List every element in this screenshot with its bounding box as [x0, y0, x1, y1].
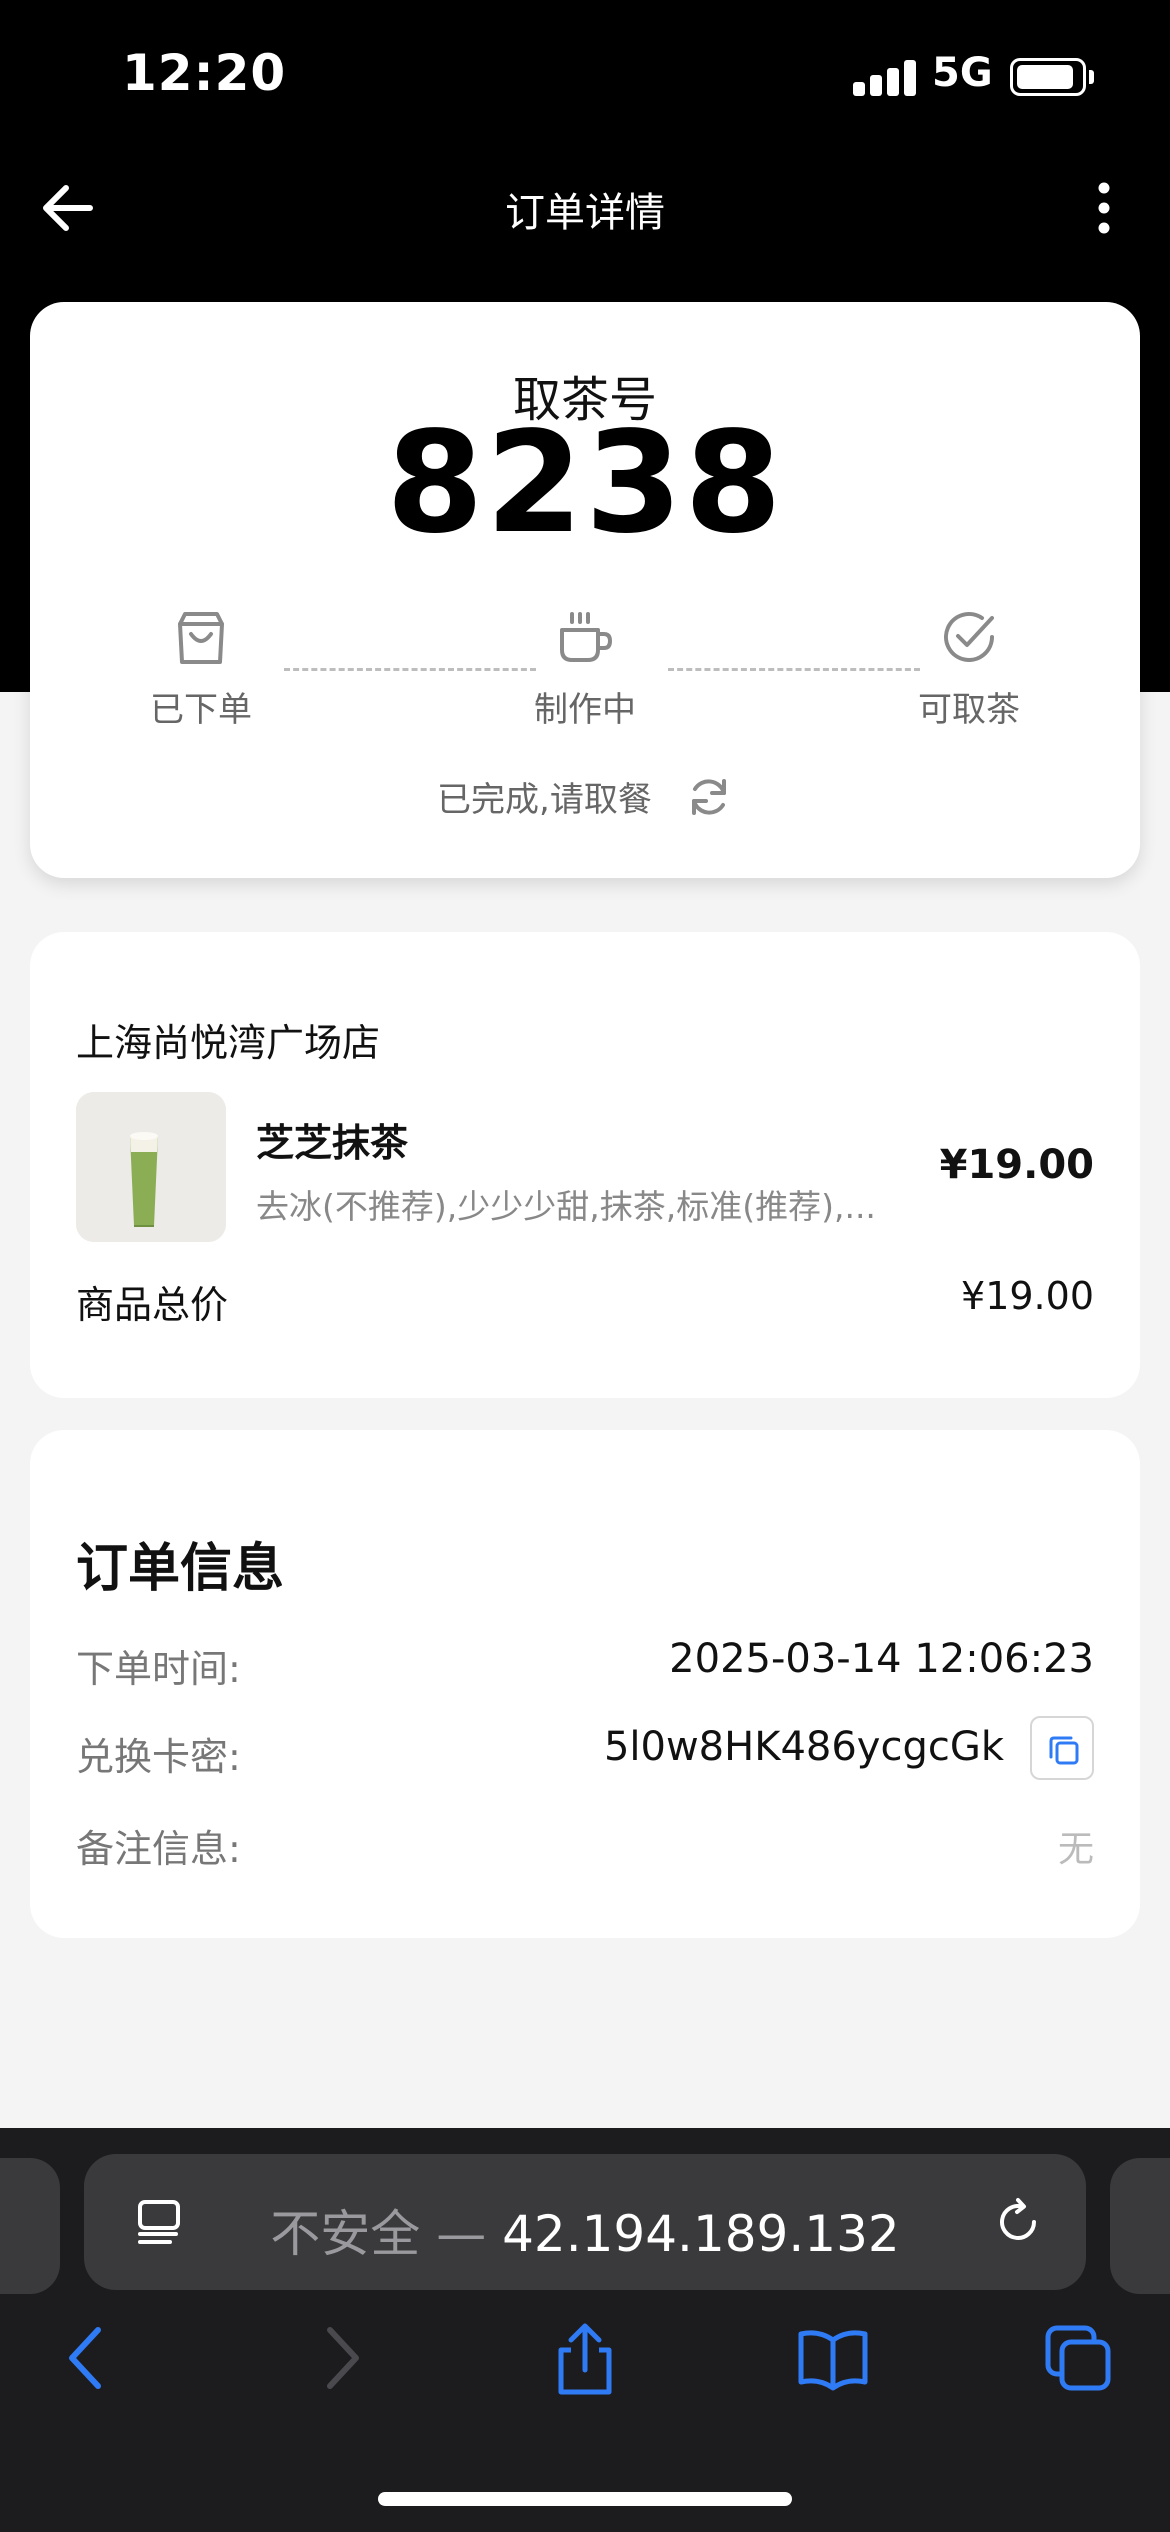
total-label: 商品总价	[76, 1283, 229, 1327]
step-ready: 可取茶	[869, 606, 1069, 731]
more-vertical-icon	[1098, 182, 1110, 234]
previous-tab-preview[interactable]	[0, 2158, 60, 2294]
step-label: 已下单	[150, 690, 252, 730]
pickup-card: 取茶号 8238 已下单 制作中 可取茶 已完成,请取餐	[30, 302, 1140, 878]
back-nav-icon[interactable]	[50, 2320, 126, 2396]
forward-nav-icon[interactable]	[302, 2320, 378, 2396]
refresh-icon[interactable]	[685, 773, 733, 821]
bookmarks-icon[interactable]	[795, 2320, 871, 2396]
more-button[interactable]	[1080, 176, 1128, 240]
shopping-bag-icon	[178, 612, 224, 664]
battery-cap	[1089, 70, 1094, 84]
note-value: 无	[1057, 1829, 1094, 1870]
battery-icon	[1010, 58, 1086, 96]
order-time-value: 2025-03-14 12:06:23	[669, 1636, 1094, 1682]
address-host: 42.194.189.132	[502, 2205, 900, 2263]
product-price: ¥19.00	[939, 1142, 1094, 1188]
reload-icon[interactable]	[990, 2194, 1046, 2250]
pickup-number: 8238	[386, 402, 784, 565]
share-icon[interactable]	[547, 2320, 623, 2396]
store-name: 上海尚悦湾广场店	[76, 1021, 381, 1065]
matcha-drink-illustration	[76, 1092, 226, 1242]
step-label: 可取茶	[918, 690, 1020, 730]
check-circle-icon	[944, 612, 994, 662]
copy-icon	[1049, 1736, 1079, 1765]
home-indicator	[378, 2492, 792, 2506]
address-separator: —	[420, 2205, 503, 2263]
order-time-label: 下单时间:	[76, 1647, 241, 1691]
copy-code-button[interactable]	[1030, 1716, 1094, 1780]
step-making: 制作中	[485, 606, 685, 731]
product-image	[76, 1092, 226, 1242]
redeem-code-label: 兑换卡密:	[76, 1735, 241, 1779]
step-ordered: 已下单	[101, 606, 301, 731]
status-bar: 12:20 5G	[0, 0, 1170, 150]
order-items-card: 上海尚悦湾广场店 芝芝抹茶 去冰(不推荐),少少少甜,抹茶,标准(推荐),...…	[30, 932, 1140, 1398]
step-label: 制作中	[534, 690, 636, 730]
order-info-card: 订单信息 下单时间: 2025-03-14 12:06:23 兑换卡密: 5l0…	[30, 1430, 1140, 1938]
signal-icon	[853, 60, 917, 96]
product-name: 芝芝抹茶	[256, 1121, 409, 1165]
order-info-title: 订单信息	[76, 1539, 285, 1599]
redeem-code-value: 5l0w8HK486ycgcGk	[603, 1724, 1004, 1770]
next-tab-preview[interactable]	[1110, 2158, 1170, 2294]
total-value: ¥19.00	[961, 1274, 1094, 1318]
address-bar[interactable]: 不安全 — 42.194.189.132	[84, 2154, 1086, 2290]
note-label: 备注信息:	[76, 1827, 241, 1871]
order-detail-page: 12:20 5G 订单详情 取茶号 8238 已下单 制作中 可取茶 已完成,请…	[0, 0, 1170, 2532]
not-secure-label: 不安全	[270, 2205, 421, 2263]
network-type: 5G	[932, 50, 993, 96]
coffee-cup-icon	[560, 612, 613, 662]
product-spec: 去冰(不推荐),少少少甜,抹茶,标准(推荐),...	[256, 1187, 876, 1226]
status-time: 12:20	[122, 44, 287, 102]
order-status-text: 已完成,请取餐	[437, 780, 652, 820]
tabs-icon[interactable]	[1040, 2320, 1116, 2396]
address-text: 不安全 — 42.194.189.132	[84, 2194, 1086, 2266]
page-title: 订单详情	[505, 190, 665, 236]
order-status-row: 已完成,请取餐	[30, 772, 1140, 821]
